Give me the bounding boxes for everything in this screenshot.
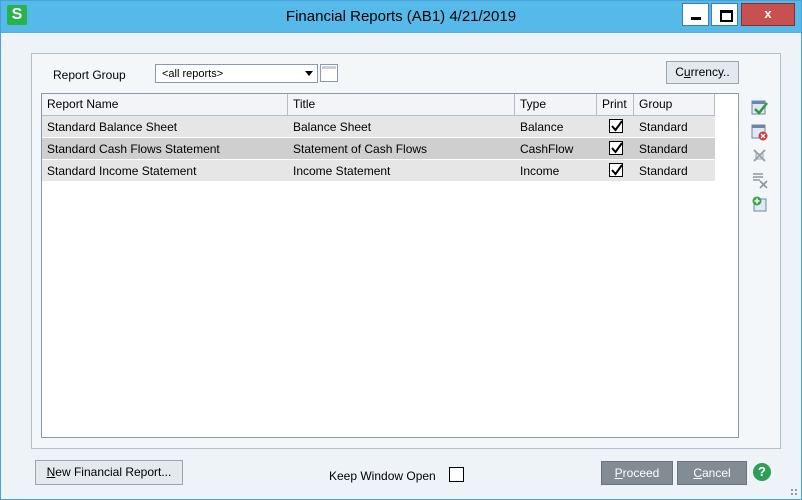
- cell-type: CashFlow: [520, 142, 574, 156]
- keep-window-open-checkbox[interactable]: [449, 467, 464, 482]
- clear-all-icon[interactable]: [751, 123, 769, 141]
- col-header-type[interactable]: Type: [515, 94, 597, 115]
- report-group-value: <all reports>: [162, 68, 224, 80]
- financial-reports-window: S Financial Reports (AB1) 4/21/2019 x Re…: [0, 0, 802, 500]
- cell-report-name: Standard Cash Flows Statement: [47, 142, 220, 156]
- title-bar[interactable]: S Financial Reports (AB1) 4/21/2019 x: [1, 1, 801, 33]
- col-header-group[interactable]: Group: [634, 94, 715, 115]
- cancel-accel: C: [693, 466, 702, 480]
- cell-group: Standard: [639, 120, 688, 134]
- proceed-accel: P: [614, 466, 623, 480]
- cell-group: Standard: [639, 142, 688, 156]
- col-header-print[interactable]: Print: [597, 94, 634, 115]
- help-icon[interactable]: ?: [753, 463, 771, 481]
- report-group-lookup-button[interactable]: [320, 64, 338, 82]
- maximize-button[interactable]: [711, 3, 738, 26]
- checkmark-icon: [611, 120, 623, 132]
- select-all-icon[interactable]: [751, 99, 769, 117]
- proceed-label: roceed: [622, 466, 660, 480]
- table-row[interactable]: Standard Balance Sheet Balance Sheet Bal…: [42, 116, 715, 137]
- new-report-label: ew Financial Report...: [55, 465, 172, 479]
- report-group-label: Report Group: [53, 68, 126, 82]
- minimize-icon: [691, 17, 701, 20]
- proceed-button[interactable]: Proceed: [601, 461, 673, 485]
- cell-report-name: Standard Income Statement: [47, 164, 197, 178]
- new-financial-report-button[interactable]: New Financial Report...: [35, 460, 183, 485]
- cell-title: Balance Sheet: [293, 120, 372, 134]
- print-checkbox[interactable]: [609, 163, 623, 177]
- window-title: Financial Reports (AB1) 4/21/2019: [285, 8, 517, 25]
- delete-icon[interactable]: [751, 147, 769, 165]
- table-row[interactable]: Standard Income Statement Income Stateme…: [42, 160, 715, 181]
- cell-type: Balance: [520, 120, 564, 134]
- cancel-button[interactable]: Cancel: [677, 461, 747, 485]
- minimize-button[interactable]: [682, 3, 709, 26]
- currency-accel: u: [683, 65, 691, 79]
- app-logo-icon: S: [7, 5, 27, 25]
- col-header-report-name[interactable]: Report Name: [42, 94, 288, 115]
- new-report-accel: N: [46, 465, 56, 479]
- resize-grip-icon[interactable]: [790, 488, 798, 496]
- report-group-dropdown[interactable]: <all reports>: [155, 64, 318, 83]
- cancel-label: ancel: [701, 466, 731, 480]
- maximize-icon: [720, 10, 733, 22]
- col-header-title[interactable]: Title: [288, 94, 515, 115]
- cell-title: Statement of Cash Flows: [293, 142, 428, 156]
- keep-window-open-label: Keep Window Open: [329, 469, 436, 483]
- cell-title: Income Statement: [293, 164, 391, 178]
- close-button[interactable]: x: [741, 3, 795, 26]
- dropdown-arrow-icon: [305, 71, 313, 76]
- grid-header: Report Name Title Type Print Group: [42, 94, 715, 116]
- print-checkbox[interactable]: [609, 141, 623, 155]
- cell-report-name: Standard Balance Sheet: [47, 120, 178, 134]
- checkmark-icon: [611, 142, 623, 154]
- reports-grid[interactable]: Report Name Title Type Print Group Stand…: [41, 93, 739, 438]
- currency-button[interactable]: Currency..: [666, 61, 739, 84]
- currency-label-post: rrency..: [690, 65, 730, 79]
- table-row[interactable]: Standard Cash Flows Statement Statement …: [42, 138, 715, 159]
- cell-type: Income: [520, 164, 560, 178]
- delete-line-icon[interactable]: [751, 171, 769, 189]
- cell-group: Standard: [639, 164, 688, 178]
- add-report-icon[interactable]: [751, 195, 769, 213]
- print-checkbox[interactable]: [609, 119, 623, 133]
- checkmark-icon: [611, 164, 623, 176]
- currency-label-pre: C: [675, 65, 684, 79]
